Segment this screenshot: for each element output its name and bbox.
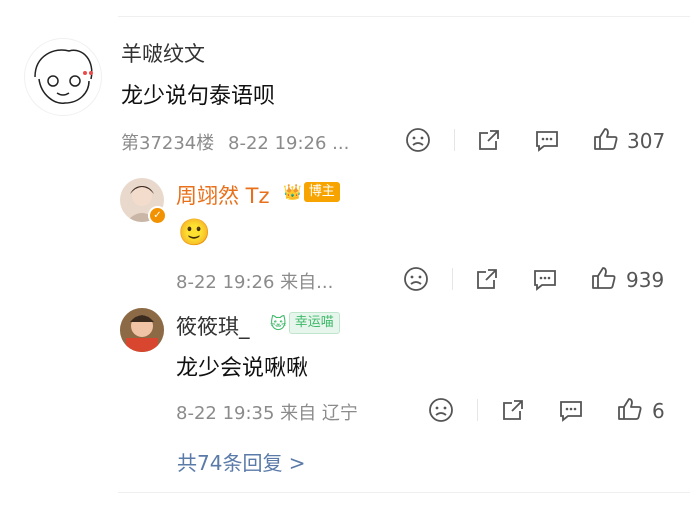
- dislike-icon[interactable]: [403, 266, 429, 292]
- cat-icon: 🐱: [270, 313, 287, 333]
- like-count: 939: [626, 268, 665, 292]
- like-icon[interactable]: [591, 265, 617, 291]
- crown-icon: 👑: [283, 183, 302, 201]
- share-icon[interactable]: [474, 266, 500, 292]
- comment-username[interactable]: 羊啵纹文: [121, 38, 205, 68]
- share-icon[interactable]: [476, 127, 502, 153]
- smile-emoji-icon: 🙂: [178, 218, 211, 248]
- reply-username[interactable]: 筱筱琪_: [176, 311, 250, 341]
- dislike-icon[interactable]: [428, 397, 454, 423]
- verified-badge-icon: ✓: [148, 206, 167, 225]
- comment-floor-time: 第37234楼 8-22 19:26 ...: [121, 129, 349, 155]
- divider: [454, 129, 455, 151]
- share-icon[interactable]: [500, 397, 526, 423]
- like-icon[interactable]: [617, 396, 643, 422]
- reply-time: 8-22 19:26 来自...: [176, 272, 334, 293]
- comment-icon[interactable]: [558, 397, 584, 423]
- comment-time: 8-22 19:26 ...: [228, 133, 350, 154]
- comment-floor: 第37234楼: [121, 133, 215, 154]
- like-icon[interactable]: [593, 126, 619, 152]
- lucky-badge-label: 幸运喵: [288, 312, 340, 334]
- like-count: 6: [652, 399, 665, 423]
- divider: [477, 399, 478, 421]
- avatar[interactable]: [120, 308, 164, 352]
- like-count: 307: [627, 129, 666, 153]
- divider: [452, 268, 453, 290]
- lucky-badge: 🐱 幸运喵: [270, 312, 340, 334]
- comment-icon[interactable]: [534, 127, 560, 153]
- comment-icon[interactable]: [532, 266, 558, 292]
- bottom-divider: [118, 492, 690, 493]
- top-divider: [118, 16, 690, 17]
- dislike-icon[interactable]: [405, 127, 431, 153]
- more-replies-link[interactable]: 共74条回复 >: [177, 447, 306, 476]
- comment-text: 龙少说句泰语呗: [121, 84, 276, 109]
- host-badge-label: 博主: [303, 182, 340, 202]
- reply-username[interactable]: 周翊然 Tz: [176, 180, 270, 210]
- reply-text: 龙少会说啾啾: [176, 356, 309, 381]
- reply-time: 8-22 19:35 来自 辽宁: [176, 403, 358, 424]
- host-badge: 👑 博主: [283, 182, 340, 202]
- avatar[interactable]: [24, 38, 102, 116]
